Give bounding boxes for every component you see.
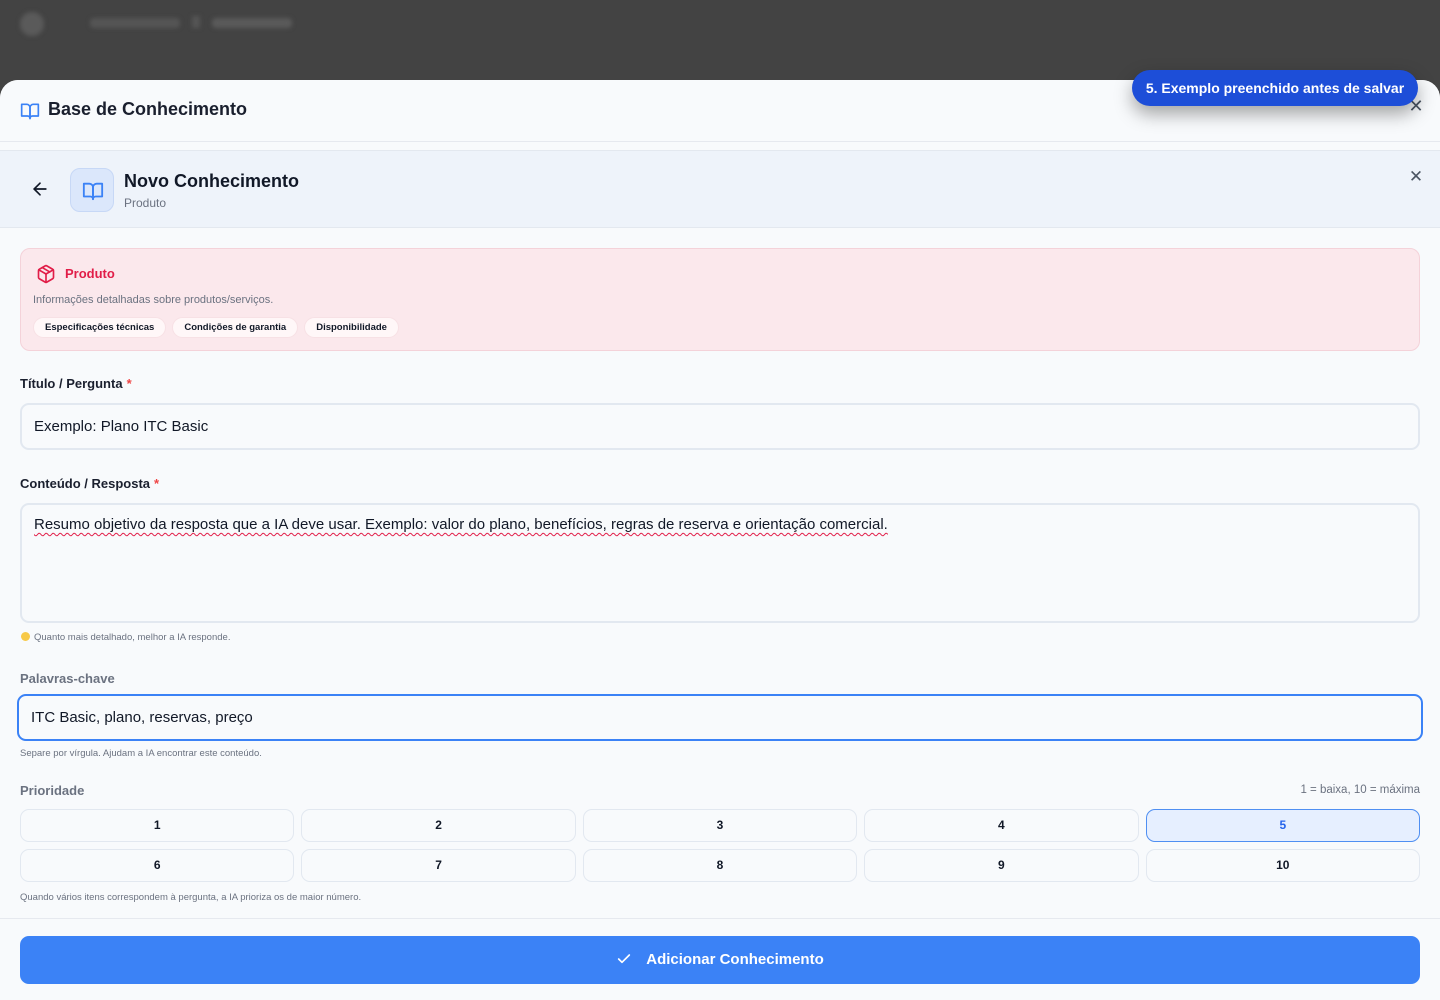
priority-scale: 1 = baixa, 10 = máxima	[1300, 784, 1420, 796]
tutorial-tooltip: 5. Exemplo preenchido antes de salvar	[1132, 70, 1418, 106]
footer-divider	[0, 918, 1440, 919]
required-mark: *	[126, 376, 132, 391]
add-knowledge-label: Adicionar Conhecimento	[646, 951, 824, 968]
breadcrumb-item	[90, 18, 180, 28]
keywords-input[interactable]: ITC Basic, plano, reservas, preço	[17, 694, 1423, 741]
form-header: Novo Conhecimento Produto ✕	[0, 150, 1440, 228]
priority-option-10[interactable]: 10	[1145, 849, 1420, 882]
category-tile	[70, 168, 114, 212]
priority-option-6[interactable]: 6	[20, 849, 295, 882]
keywords-hint: Separe por vírgula. Ajudam a IA encontra…	[20, 748, 262, 759]
modal-title: Base de Conhecimento	[48, 99, 248, 119]
add-knowledge-button[interactable]: Adicionar Conhecimento	[20, 936, 1420, 984]
knowledge-modal: Base de Conhecimento ✕ Novo Conhecimento…	[0, 80, 1440, 1000]
title-input[interactable]: Exemplo: Plano ITC Basic	[20, 403, 1420, 450]
priority-option-9[interactable]: 9	[864, 849, 1139, 882]
priority-option-5[interactable]: 5	[1145, 809, 1420, 842]
priority-option-7[interactable]: 7	[301, 849, 576, 882]
lightbulb-icon	[21, 632, 30, 641]
priority-option-4[interactable]: 4	[864, 809, 1139, 842]
title-label: Título / Pergunta *	[20, 376, 132, 391]
close-icon[interactable]: ✕	[1406, 167, 1426, 187]
priority-label: Prioridade	[20, 783, 85, 798]
content-hint-text: Quanto mais detalhado, melhor a IA respo…	[34, 632, 231, 643]
content-hint: Quanto mais detalhado, melhor a IA respo…	[21, 632, 230, 643]
chip: Disponibilidade	[304, 317, 399, 338]
category-chips: Especificações técnicas Condições de gar…	[33, 317, 399, 338]
breadcrumb-item	[212, 18, 292, 28]
keywords-label: Palavras-chave	[20, 671, 115, 686]
form-caption: Produto	[124, 196, 167, 210]
form-title: Novo Conhecimento	[124, 171, 300, 191]
package-icon	[37, 264, 55, 284]
priority-grid: 1 2 3 4 5 6 7 8 9 10	[20, 809, 1420, 882]
priority-option-2[interactable]: 2	[301, 809, 576, 842]
content-label: Conteúdo / Resposta *	[20, 476, 159, 491]
back-arrow-icon[interactable]	[30, 179, 50, 199]
chip: Condições de garantia	[172, 317, 299, 338]
avatar	[20, 12, 44, 36]
priority-option-1[interactable]: 1	[20, 809, 295, 842]
content-text: Resumo objetivo da resposta que a IA dev…	[34, 516, 888, 533]
title-label-text: Título / Pergunta	[20, 376, 123, 391]
category-name: Produto	[65, 266, 115, 281]
priority-option-8[interactable]: 8	[582, 849, 858, 882]
check-icon	[618, 954, 631, 964]
content-textarea[interactable]: Resumo objetivo da resposta que a IA dev…	[20, 503, 1420, 623]
category-description: Informações detalhadas sobre produtos/se…	[33, 294, 274, 306]
priority-hint: Quando vários itens correspondem à pergu…	[20, 892, 362, 903]
app-backdrop	[0, 0, 1440, 80]
book-icon	[20, 103, 40, 120]
priority-option-3[interactable]: 3	[582, 809, 858, 842]
book-icon	[82, 182, 104, 201]
content-label-text: Conteúdo / Resposta	[20, 476, 151, 491]
breadcrumb-separator	[192, 16, 200, 28]
category-card: Produto Informações detalhadas sobre pro…	[20, 248, 1420, 351]
chip: Especificações técnicas	[33, 317, 167, 338]
required-mark: *	[154, 476, 160, 491]
